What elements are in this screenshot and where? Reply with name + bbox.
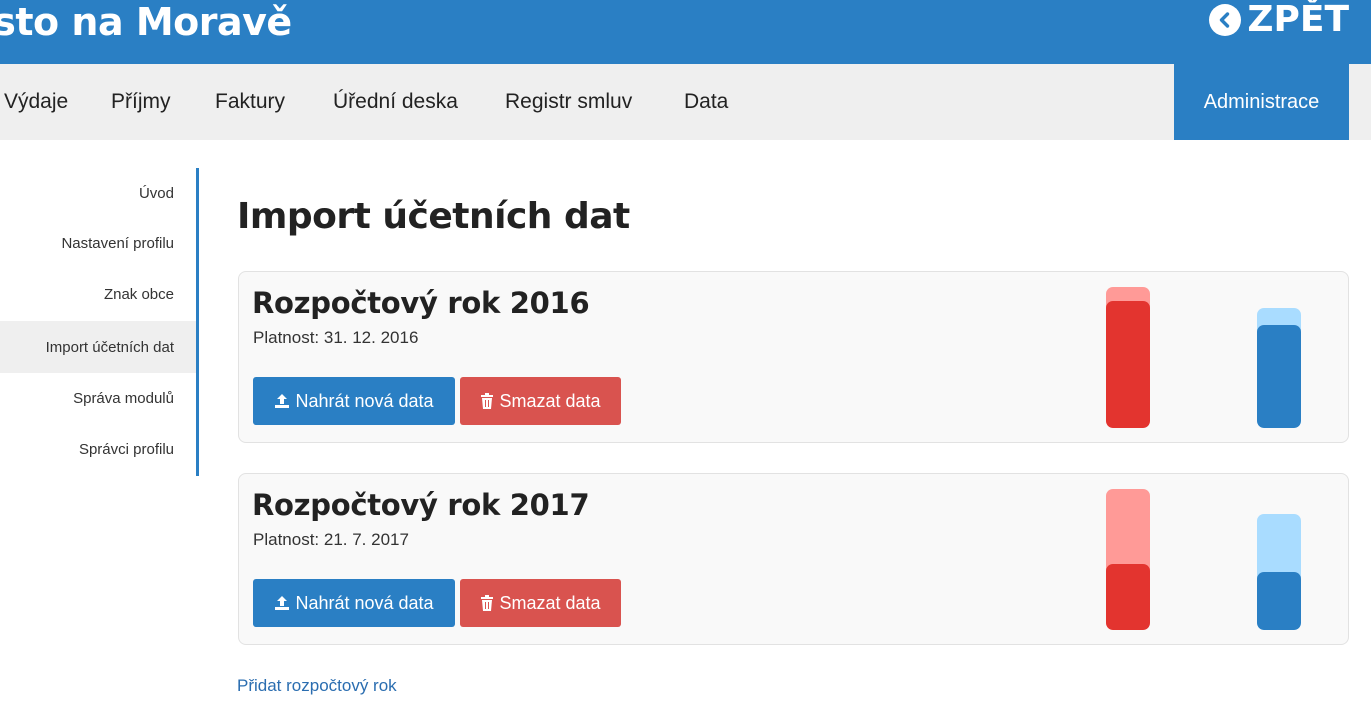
nav-item-registr-smluv[interactable]: Registr smluv	[505, 64, 632, 140]
upload-icon	[275, 596, 290, 610]
trash-icon	[481, 393, 494, 409]
budget-year-title: Rozpočtový rok 2016	[252, 286, 590, 320]
upload-data-label: Nahrát nová data	[295, 390, 434, 411]
sidebar-item-import-ucetnich-dat[interactable]: Import účetních dat	[46, 339, 174, 356]
income-progress-fill	[1257, 572, 1301, 630]
income-progress-bar	[1257, 308, 1301, 428]
back-label: ZPĚT	[1247, 0, 1349, 40]
top-header: ěsto na Moravě ZPĚT	[0, 0, 1371, 64]
back-button[interactable]: ZPĚT	[1209, 0, 1349, 40]
sidebar-item-nastaveni-profilu[interactable]: Nastavení profilu	[61, 235, 174, 252]
nav-item-faktury[interactable]: Faktury	[215, 64, 285, 140]
expense-progress-fill	[1106, 301, 1150, 428]
budget-year-card: Rozpočtový rok 2016 Platnost: 31. 12. 20…	[238, 271, 1349, 443]
budget-year-title: Rozpočtový rok 2017	[252, 488, 590, 522]
income-progress-bar	[1257, 514, 1301, 630]
page-title: Import účetních dat	[237, 196, 630, 237]
expense-progress-bar	[1106, 287, 1150, 428]
trash-icon	[481, 595, 494, 611]
upload-data-button[interactable]: Nahrát nová data	[253, 579, 455, 627]
delete-data-label: Smazat data	[499, 390, 601, 411]
upload-data-button[interactable]: Nahrát nová data	[253, 377, 455, 425]
upload-data-label: Nahrát nová data	[295, 592, 434, 613]
site-title: ěsto na Moravě	[0, 0, 292, 44]
admin-sidebar: Úvod Nastavení profilu Znak obce Import …	[0, 168, 199, 476]
nav-item-prijmy[interactable]: Příjmy	[111, 64, 171, 140]
budget-year-validity: Platnost: 31. 12. 2016	[253, 328, 419, 347]
nav-item-administrace[interactable]: Administrace	[1174, 64, 1349, 140]
nav-item-vydaje[interactable]: Výdaje	[4, 64, 68, 140]
sidebar-item-sprava-modulu[interactable]: Správa modulů	[73, 390, 174, 407]
budget-year-card: Rozpočtový rok 2017 Platnost: 21. 7. 201…	[238, 473, 1349, 645]
expense-progress-fill	[1106, 563, 1150, 630]
sidebar-item-spravci-profilu[interactable]: Správci profilu	[79, 441, 174, 458]
add-budget-year-link[interactable]: Přidat rozpočtový rok	[237, 676, 397, 696]
nav-item-data[interactable]: Data	[684, 64, 728, 140]
expense-progress-bar	[1106, 489, 1150, 630]
sidebar-item-uvod[interactable]: Úvod	[139, 185, 174, 202]
delete-data-button[interactable]: Smazat data	[460, 377, 621, 425]
sidebar-item-znak-obce[interactable]: Znak obce	[104, 286, 174, 303]
delete-data-button[interactable]: Smazat data	[460, 579, 621, 627]
budget-year-validity: Platnost: 21. 7. 2017	[253, 530, 409, 549]
upload-icon	[275, 394, 290, 408]
delete-data-label: Smazat data	[499, 592, 601, 613]
nav-item-uredni-deska[interactable]: Úřední deska	[333, 64, 458, 140]
chevron-left-circle-icon	[1209, 4, 1242, 36]
income-progress-fill	[1257, 324, 1301, 428]
main-nav: Výdaje Příjmy Faktury Úřední deska Regis…	[0, 64, 1371, 140]
